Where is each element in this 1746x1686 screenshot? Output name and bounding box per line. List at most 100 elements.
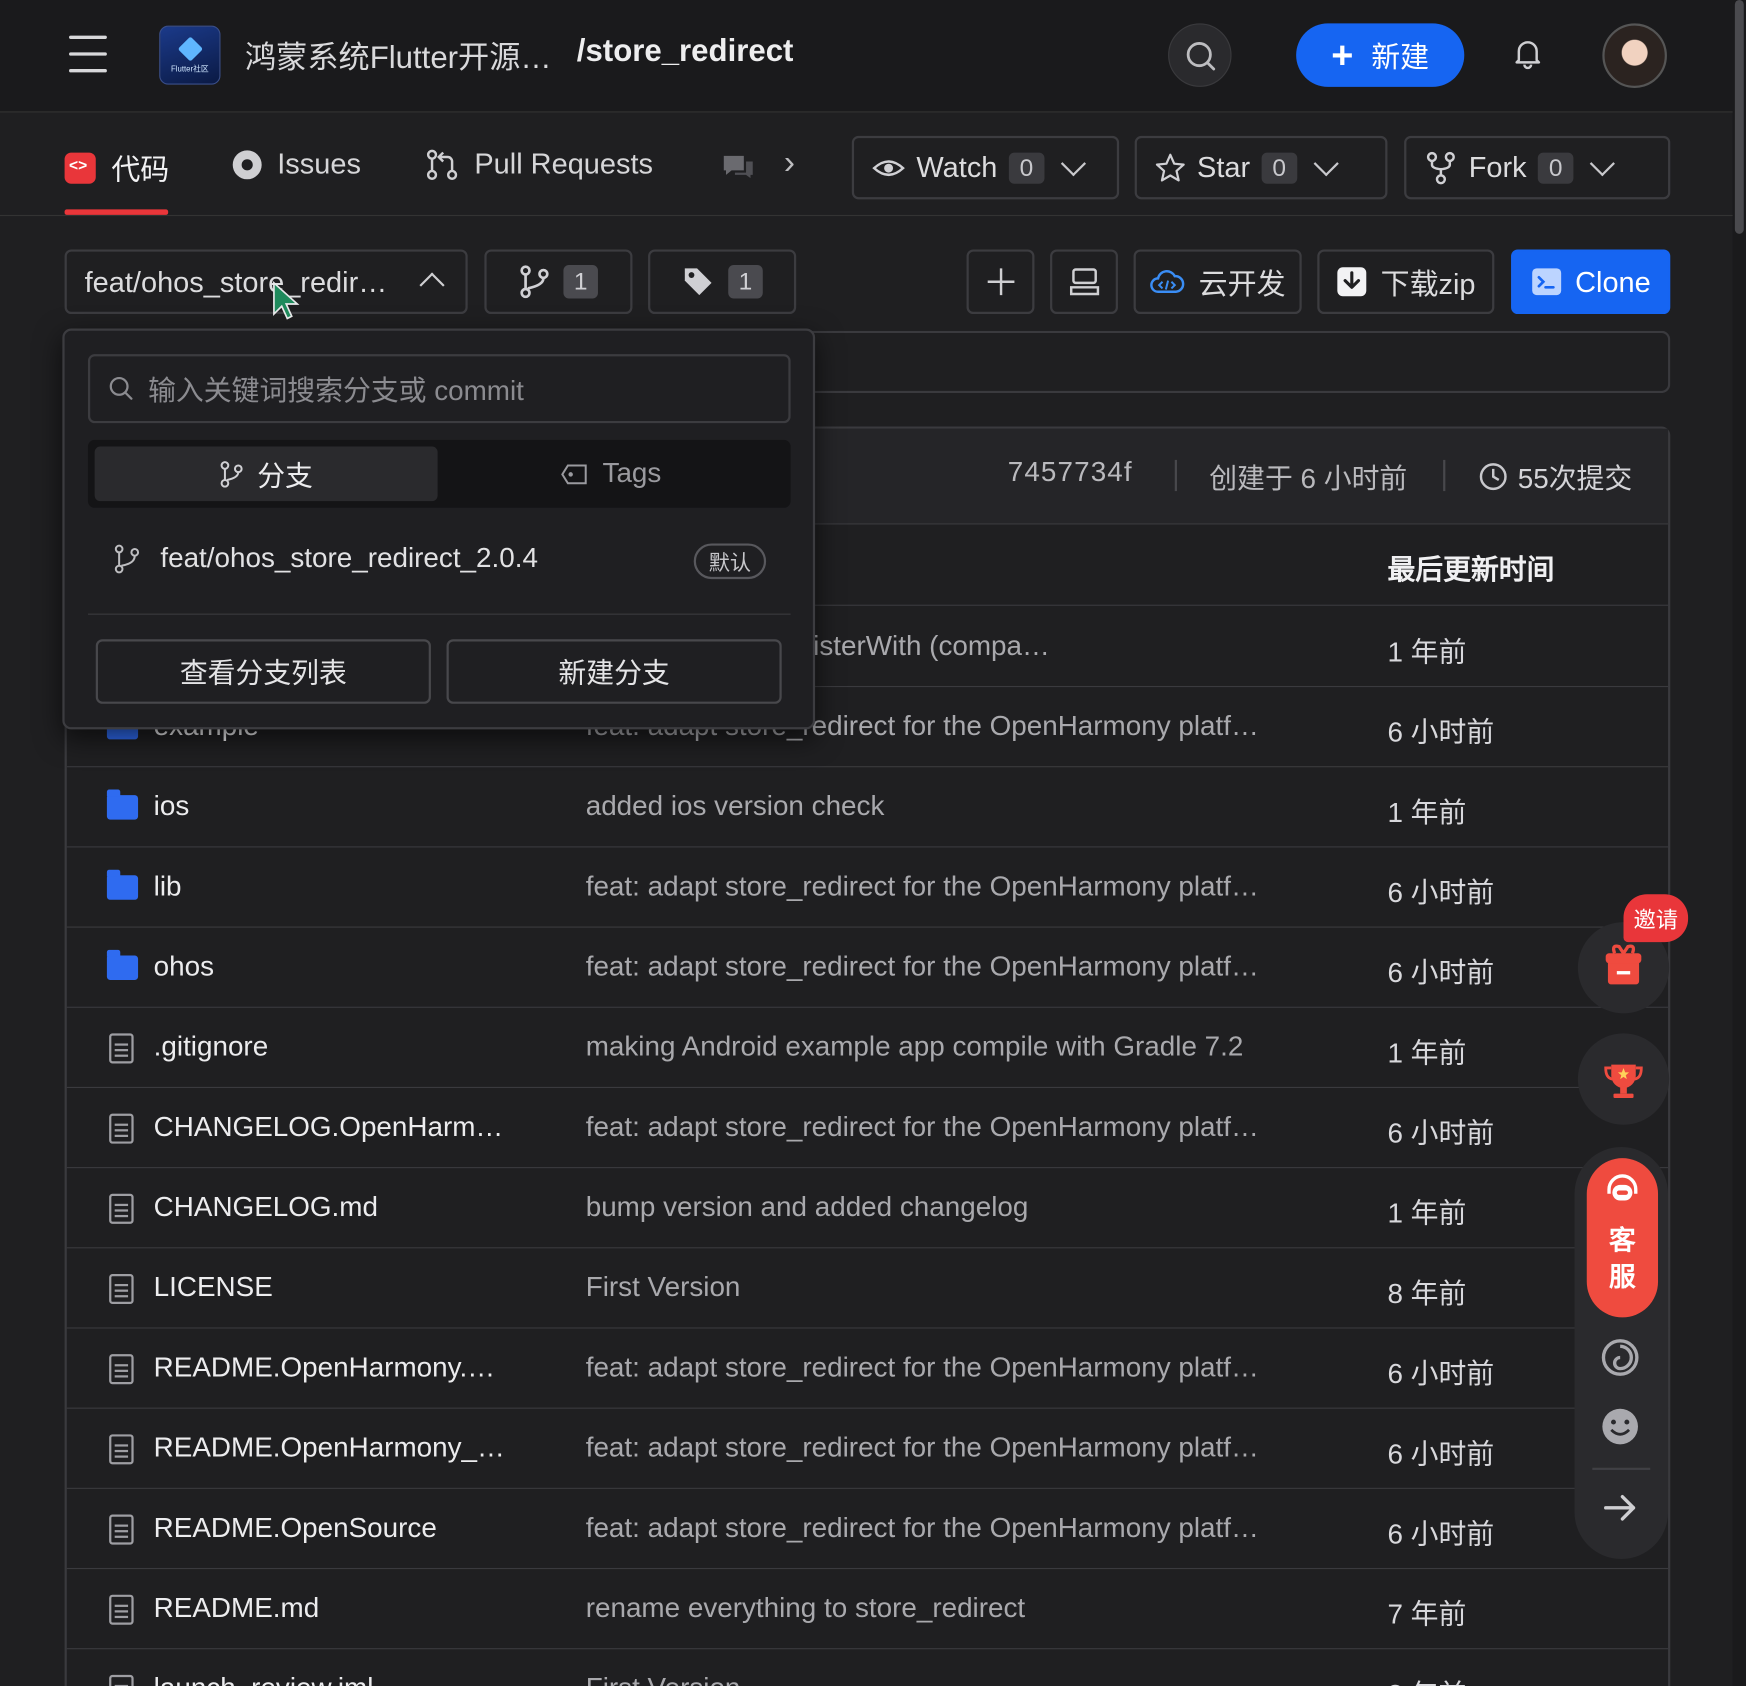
file-name-link[interactable]: .gitignore <box>154 1031 269 1063</box>
download-icon <box>1337 267 1367 297</box>
download-zip-button[interactable]: 下载zip <box>1317 249 1495 315</box>
branch-icon <box>220 460 243 488</box>
file-name-link[interactable]: LICENSE <box>154 1272 273 1304</box>
commit-message-link[interactable]: feat: adapt store_redirect for the OpenH… <box>586 951 1259 983</box>
star-button[interactable]: Star 0 <box>1134 135 1388 200</box>
branch-option[interactable]: feat/ohos_store_redirect_2.0.4 <box>114 542 538 574</box>
swirl-icon[interactable] <box>1599 1336 1641 1378</box>
tab-code[interactable]: 代码 <box>64 147 169 188</box>
table-row[interactable]: launch_review.iml First Version 8 年前 <box>67 1649 1668 1686</box>
search-icon <box>1186 42 1216 71</box>
commit-message-link[interactable]: feat: adapt store_redirect for the OpenH… <box>586 1432 1259 1464</box>
last-updated-time: 6 小时前 <box>1387 957 1495 989</box>
table-row[interactable]: README.md rename everything to store_redi… <box>66 1569 1669 1650</box>
file-name-link[interactable]: CHANGELOG.md <box>154 1192 378 1224</box>
chevron-right-icon[interactable]: › <box>784 145 795 183</box>
watch-button[interactable]: Watch 0 <box>851 135 1120 200</box>
tab-branches[interactable]: 分支 <box>94 446 438 502</box>
eye-icon <box>872 159 905 176</box>
view-branches-button[interactable]: 查看分支列表 <box>95 639 431 704</box>
commit-count-link[interactable]: 55次提交 <box>1478 457 1632 497</box>
commit-message-link[interactable]: feat: adapt store_redirect for the OpenH… <box>586 1352 1259 1384</box>
file-icon <box>109 1514 134 1545</box>
clone-label: Clone <box>1575 264 1651 298</box>
new-button-label: 新建 <box>1371 40 1430 74</box>
table-row[interactable]: CHANGELOG.md bump version and added chang… <box>66 1168 1669 1249</box>
customer-service-button[interactable]: 客 服 <box>1586 1158 1659 1318</box>
tab-pull-requests[interactable]: Pull Requests <box>425 147 653 182</box>
commit-message-link[interactable]: feat: adapt store_redirect for the OpenH… <box>586 1111 1259 1143</box>
last-updated-time: 8 年前 <box>1387 1278 1467 1310</box>
clone-button[interactable]: Clone <box>1511 249 1671 315</box>
table-row[interactable]: README.OpenHarmony_… feat: adapt store_re… <box>66 1409 1669 1489</box>
commit-message-link[interactable]: feat: adapt store_redirect for the OpenH… <box>586 871 1259 903</box>
last-updated-time: 1 年前 <box>1387 1037 1467 1070</box>
table-row[interactable]: lib feat: adapt store_redirect for the Op… <box>66 847 1669 928</box>
user-avatar[interactable] <box>1602 23 1667 88</box>
branch-search-field[interactable]: 输入关键词搜索分支或 commit <box>87 354 791 424</box>
table-row[interactable]: README.OpenSource feat: adapt store_redir… <box>66 1489 1669 1570</box>
smiley-icon[interactable] <box>1599 1405 1641 1447</box>
branch-selector-label: feat/ohos_store_redir… <box>84 264 388 298</box>
commit-message-link[interactable]: making Android example app compile with … <box>586 1031 1244 1063</box>
last-updated-time: 6 小时前 <box>1387 877 1495 909</box>
branch-selector[interactable]: feat/ohos_store_redir… <box>64 249 468 315</box>
cloud-dev-button[interactable]: 云开发 <box>1133 249 1302 315</box>
file-name-link[interactable]: README.OpenHarmony_… <box>154 1432 505 1464</box>
table-row[interactable]: CHANGELOG.OpenHarm… feat: adapt store_red… <box>66 1088 1669 1169</box>
code-icon <box>64 152 96 184</box>
invite-badge[interactable]: 邀请 <box>1623 894 1689 943</box>
menu-icon[interactable] <box>69 35 107 74</box>
commit-message-link[interactable]: rename everything to store_redirect <box>586 1592 1025 1624</box>
file-name-link[interactable]: ohos <box>154 951 214 983</box>
tab-branches-label: 分支 <box>257 460 313 492</box>
web-ide-button[interactable] <box>1050 249 1118 315</box>
branch-count: 1 <box>563 265 598 299</box>
divider <box>1592 1467 1651 1470</box>
commit-message-link[interactable]: First Version <box>586 1673 741 1686</box>
tab-issues[interactable]: Issues <box>232 147 361 182</box>
commit-message-link[interactable]: First Version <box>586 1272 741 1304</box>
last-updated-time: 6 小时前 <box>1387 1358 1495 1390</box>
repo-name-link[interactable]: /store_redirect <box>577 33 794 69</box>
repo-description-box <box>801 330 1671 394</box>
chevron-down-icon <box>1060 150 1086 176</box>
file-name-link[interactable]: lib <box>154 871 182 903</box>
commit-message-link[interactable]: added ios version check <box>586 791 885 823</box>
commit-hash[interactable]: 7457734f <box>1008 457 1133 489</box>
headset-icon <box>1607 1174 1638 1201</box>
trophy-button[interactable] <box>1577 1033 1670 1125</box>
commit-message-link[interactable]: feat: adapt store_redirect for the OpenH… <box>586 1512 1259 1544</box>
new-branch-button[interactable]: 新建分支 <box>446 639 782 704</box>
add-file-button[interactable] <box>966 249 1035 315</box>
arrow-right-icon[interactable] <box>1601 1489 1639 1527</box>
fork-button[interactable]: Fork 0 <box>1404 135 1671 200</box>
file-name-link[interactable]: launch_review.iml <box>154 1673 374 1686</box>
table-row[interactable]: LICENSE First Version 8 年前 <box>66 1248 1669 1329</box>
branches-count-button[interactable]: 1 <box>484 249 633 315</box>
file-name-link[interactable]: README.OpenSource <box>154 1512 437 1544</box>
commit-message-link[interactable]: bump version and added changelog <box>586 1192 1029 1224</box>
scrollbar-thumb[interactable] <box>1734 0 1744 234</box>
tags-count-button[interactable]: 1 <box>648 249 797 315</box>
table-row[interactable]: .gitignore making Android example app com… <box>66 1008 1669 1088</box>
table-row[interactable]: ios added ios version check 1 年前 <box>66 767 1669 848</box>
table-row[interactable]: README.OpenHarmony.… feat: adapt store_re… <box>66 1329 1669 1409</box>
default-badge: 默认 <box>693 543 767 580</box>
file-name-link[interactable]: README.md <box>154 1592 320 1624</box>
new-button[interactable]: + 新建 <box>1296 23 1465 87</box>
file-icon <box>109 1273 134 1305</box>
file-icon <box>109 1354 134 1385</box>
table-row[interactable]: ohos feat: adapt store_redirect for the O… <box>66 928 1669 1008</box>
file-name-link[interactable]: ios <box>154 791 190 823</box>
discussion-icon[interactable] <box>722 154 755 181</box>
file-name-link[interactable]: CHANGELOG.OpenHarm… <box>154 1111 504 1143</box>
repo-logo[interactable]: Flutter社区 <box>159 25 221 85</box>
tab-tags[interactable]: Tags <box>438 447 784 502</box>
repo-owner-link[interactable]: 鸿蒙系统Flutter开源… <box>245 33 552 78</box>
search-button[interactable] <box>1168 23 1232 87</box>
notification-bell-icon[interactable] <box>1510 36 1546 72</box>
scrollbar[interactable] <box>1732 0 1746 1686</box>
last-updated-time: 1 年前 <box>1387 1198 1467 1230</box>
file-name-link[interactable]: README.OpenHarmony.… <box>154 1352 495 1384</box>
